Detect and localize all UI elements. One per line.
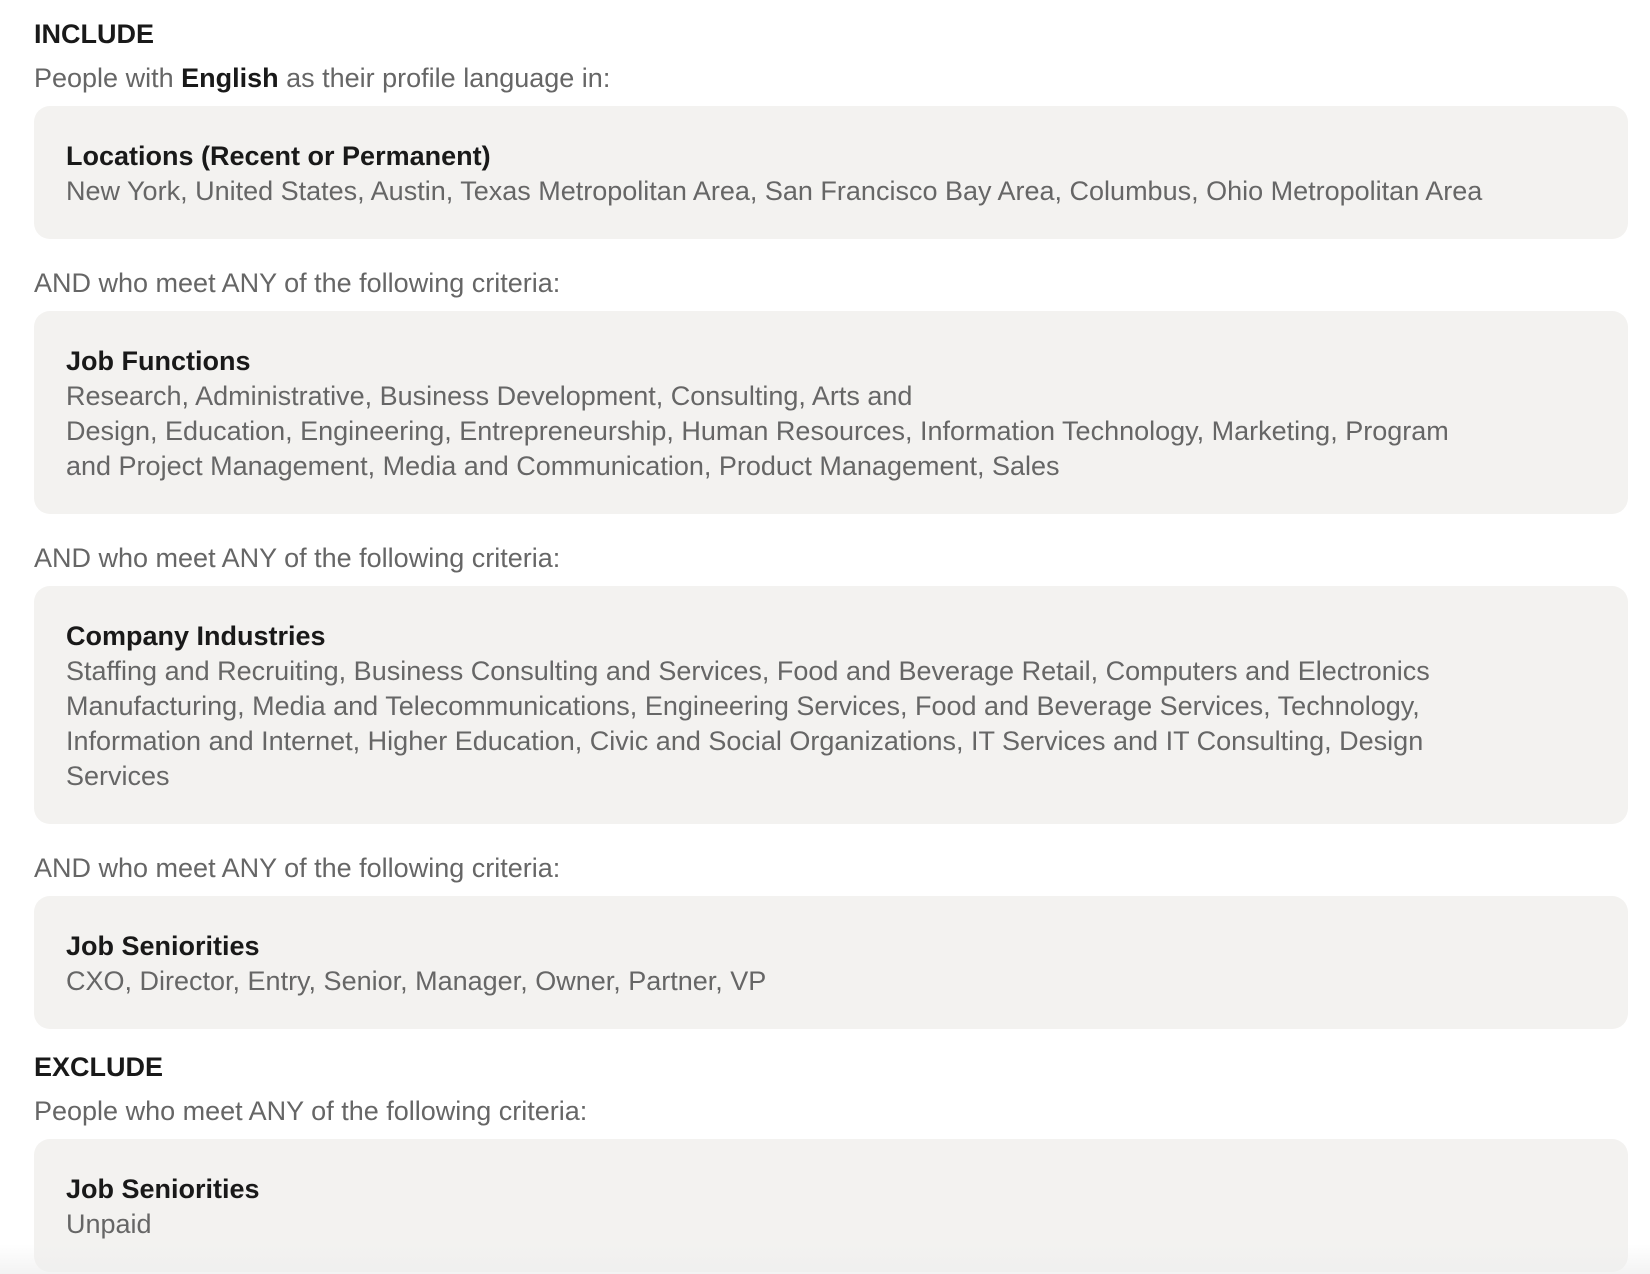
include-intro-prefix: People with — [34, 63, 182, 93]
company-industries-values: Staffing and Recruiting, Business Consul… — [66, 656, 1430, 791]
exclude-job-seniorities-title: Job Seniorities — [66, 1174, 260, 1204]
company-industries-title: Company Industries — [66, 621, 326, 651]
include-heading: INCLUDE — [34, 19, 154, 49]
criteria-label-company-industries: AND who meet ANY of the following criter… — [34, 543, 561, 573]
include-job-seniorities-values: CXO, Director, Entry, Senior, Manager, O… — [66, 966, 767, 996]
targeting-summary: INCLUDE People with English as their pro… — [34, 16, 1628, 1272]
criteria-label-job-functions: AND who meet ANY of the following criter… — [34, 268, 561, 298]
include-intro-suffix: as their profile language in: — [278, 63, 611, 93]
job-functions-card: Job Functions Research, Administrative, … — [34, 311, 1628, 514]
bottom-fade — [0, 1244, 1650, 1274]
job-functions-title: Job Functions — [66, 346, 251, 376]
company-industries-card: Company Industries Staffing and Recruiti… — [34, 586, 1628, 824]
exclude-job-seniorities-values: Unpaid — [66, 1209, 152, 1239]
locations-card: Locations (Recent or Permanent) New York… — [34, 106, 1628, 239]
exclude-heading: EXCLUDE — [34, 1052, 164, 1082]
criteria-label-job-seniorities: AND who meet ANY of the following criter… — [34, 853, 561, 883]
include-job-seniorities-card: Job Seniorities CXO, Director, Entry, Se… — [34, 896, 1628, 1029]
include-intro: People with English as their profile lan… — [34, 60, 1628, 96]
locations-values: New York, United States, Austin, Texas M… — [66, 176, 1483, 206]
exclude-intro: People who meet ANY of the following cri… — [34, 1096, 588, 1126]
job-functions-values: Research, Administrative, Business Devel… — [66, 381, 1449, 481]
profile-language: English — [181, 63, 279, 93]
include-job-seniorities-title: Job Seniorities — [66, 931, 260, 961]
locations-title: Locations (Recent or Permanent) — [66, 141, 491, 171]
